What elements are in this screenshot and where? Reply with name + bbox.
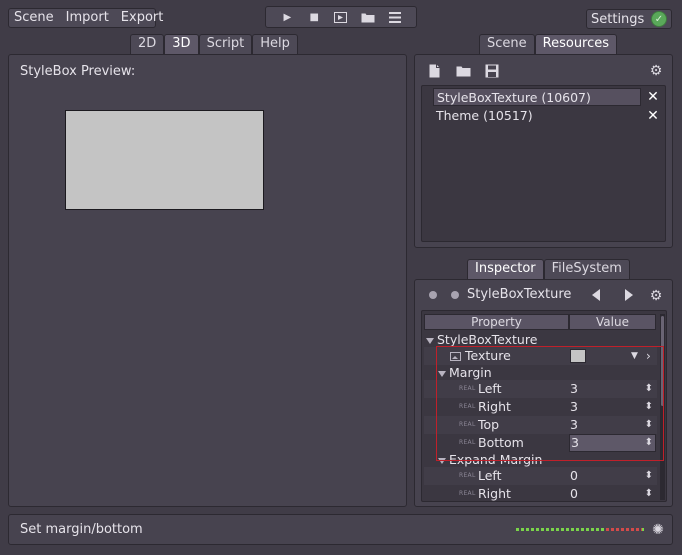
tab-3d[interactable]: 3D bbox=[164, 34, 199, 54]
highlight-outline bbox=[436, 346, 664, 461]
spin-arrows-icon: ⬍ bbox=[644, 470, 653, 481]
new-file-icon[interactable] bbox=[426, 63, 442, 79]
list-icon[interactable] bbox=[388, 10, 402, 24]
folder-icon[interactable] bbox=[361, 10, 375, 24]
tab-inspector[interactable]: Inspector bbox=[467, 259, 544, 279]
main-tabs: 2D 3D Script Help bbox=[130, 34, 298, 54]
menu-export[interactable]: Export bbox=[115, 8, 170, 28]
collapse-icon bbox=[426, 337, 434, 344]
property-expand-right[interactable]: REAL Right 0 ⬍ bbox=[424, 485, 657, 503]
activity-meter-peak bbox=[606, 528, 642, 531]
tab-scene[interactable]: Scene bbox=[479, 34, 535, 54]
tab-resources[interactable]: Resources bbox=[534, 34, 618, 54]
gear-icon[interactable]: ⚙ bbox=[648, 63, 664, 79]
settings-button[interactable]: Settings ✓ bbox=[586, 9, 672, 29]
resource-item[interactable]: Theme (10517) bbox=[433, 107, 533, 125]
property-expand-left[interactable]: REAL Left 0 ⬍ bbox=[424, 467, 657, 485]
history-back-icon[interactable] bbox=[429, 291, 437, 299]
menu-scene[interactable]: Scene bbox=[8, 8, 60, 28]
check-icon: ✓ bbox=[651, 11, 667, 27]
menu-import[interactable]: Import bbox=[60, 8, 115, 28]
tab-2d[interactable]: 2D bbox=[130, 34, 165, 54]
menu-bar-items: Scene Import Export bbox=[8, 8, 169, 28]
tab-filesystem[interactable]: FileSystem bbox=[543, 259, 630, 279]
settings-label: Settings bbox=[591, 11, 645, 27]
tab-script[interactable]: Script bbox=[198, 34, 253, 54]
play-controls: ▶ ■ bbox=[265, 6, 417, 28]
chevron-right-icon[interactable] bbox=[625, 289, 633, 305]
column-value: Value bbox=[569, 314, 656, 330]
preview-label: StyleBox Preview: bbox=[20, 64, 136, 79]
stylebox-preview bbox=[65, 110, 264, 210]
scene-tabs: Scene Resources bbox=[479, 34, 618, 54]
resource-item[interactable]: StyleBoxTexture (10607) bbox=[433, 88, 641, 106]
folder-icon[interactable] bbox=[455, 63, 471, 79]
dock-tabs: Inspector FileSystem bbox=[467, 259, 630, 279]
stop-icon[interactable]: ■ bbox=[307, 10, 321, 24]
tab-help[interactable]: Help bbox=[252, 34, 298, 54]
close-icon[interactable]: ✕ bbox=[646, 89, 660, 105]
spinner-icon: ✺ bbox=[652, 522, 664, 538]
gear-icon[interactable]: ⚙ bbox=[648, 288, 664, 304]
column-property: Property bbox=[424, 314, 569, 330]
status-text: Set margin/bottom bbox=[20, 522, 143, 537]
inspector-title: StyleBoxTexture bbox=[467, 287, 572, 302]
history-forward-icon[interactable] bbox=[451, 291, 459, 299]
play-icon[interactable]: ▶ bbox=[280, 10, 294, 24]
close-icon[interactable]: ✕ bbox=[646, 108, 660, 124]
save-icon[interactable] bbox=[484, 63, 500, 79]
play-scene-icon[interactable] bbox=[334, 10, 348, 24]
spin-arrows-icon: ⬍ bbox=[644, 488, 653, 499]
chevron-left-icon[interactable] bbox=[592, 289, 600, 305]
